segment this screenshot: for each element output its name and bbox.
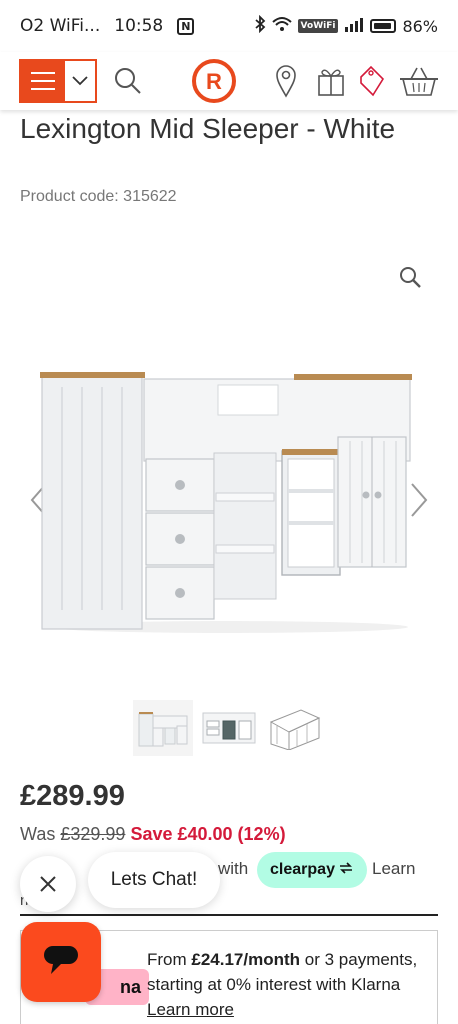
search-icon[interactable]	[113, 66, 143, 96]
klarna-text: From £24.17/month or 3 payments, startin…	[147, 947, 427, 1022]
close-icon[interactable]	[20, 856, 76, 912]
clearpay-label: clearpay	[270, 861, 335, 878]
battery-icon	[370, 19, 397, 33]
save-amount: Save £40.00 (12%)	[130, 824, 286, 844]
vowifi-badge: VoWiFi	[297, 19, 339, 33]
section-divider	[20, 914, 438, 916]
chat-prompt: Lets Chat!	[20, 852, 220, 912]
product-price: £289.99	[20, 780, 125, 812]
product-title: Lexington Mid Sleeper - White	[20, 113, 396, 144]
menu-button[interactable]	[19, 59, 97, 103]
clearpay-badge[interactable]: clearpay	[257, 852, 367, 888]
chat-label[interactable]: Lets Chat!	[88, 852, 220, 908]
carrier-label: O2 WiFi...	[20, 16, 101, 36]
clearpay-with-text: with	[218, 859, 249, 878]
clock: 10:58	[114, 16, 164, 36]
klarna-amount: £24.17/month	[191, 950, 301, 969]
menu-icon[interactable]	[21, 61, 65, 101]
thumbnail-2[interactable]	[199, 700, 259, 756]
bluetooth-icon	[254, 14, 266, 37]
clearpay-arrows-icon	[338, 861, 354, 879]
thumbnail-3[interactable]	[265, 700, 325, 756]
signal-icon	[344, 16, 364, 36]
nfc-icon: N	[177, 17, 195, 35]
chat-button[interactable]	[21, 922, 101, 1002]
product-code: Product code: 315622	[20, 188, 177, 205]
klarna-prefix: From	[147, 950, 192, 969]
gift-icon[interactable]	[317, 65, 345, 97]
battery-percent: 86%	[402, 16, 438, 36]
zoom-icon[interactable]	[398, 265, 422, 294]
clearpay-learn-link[interactable]: Learn	[372, 859, 415, 879]
product-image[interactable]	[38, 365, 418, 640]
logo-r-icon[interactable]: R	[191, 58, 237, 104]
chat-bubble-icon	[41, 942, 81, 983]
chevron-down-icon[interactable]	[65, 61, 95, 101]
was-label: Was	[20, 824, 56, 844]
was-price-line: Was £329.99 Save £40.00 (12%)	[20, 824, 286, 845]
thumbnail-1[interactable]	[133, 700, 193, 756]
thumbnail-strip	[133, 700, 325, 756]
klarna-learn-more-link[interactable]: Learn more	[147, 1000, 234, 1019]
svg-text:R: R	[206, 69, 222, 94]
tag-icon[interactable]	[357, 65, 385, 97]
wifi-icon	[271, 16, 292, 36]
site-header: R	[0, 52, 458, 110]
status-bar: O2 WiFi... 10:58 N VoWiFi 86%	[0, 0, 458, 52]
basket-icon[interactable]	[399, 65, 439, 97]
was-price: £329.99	[60, 824, 126, 844]
location-pin-icon[interactable]	[275, 64, 297, 98]
